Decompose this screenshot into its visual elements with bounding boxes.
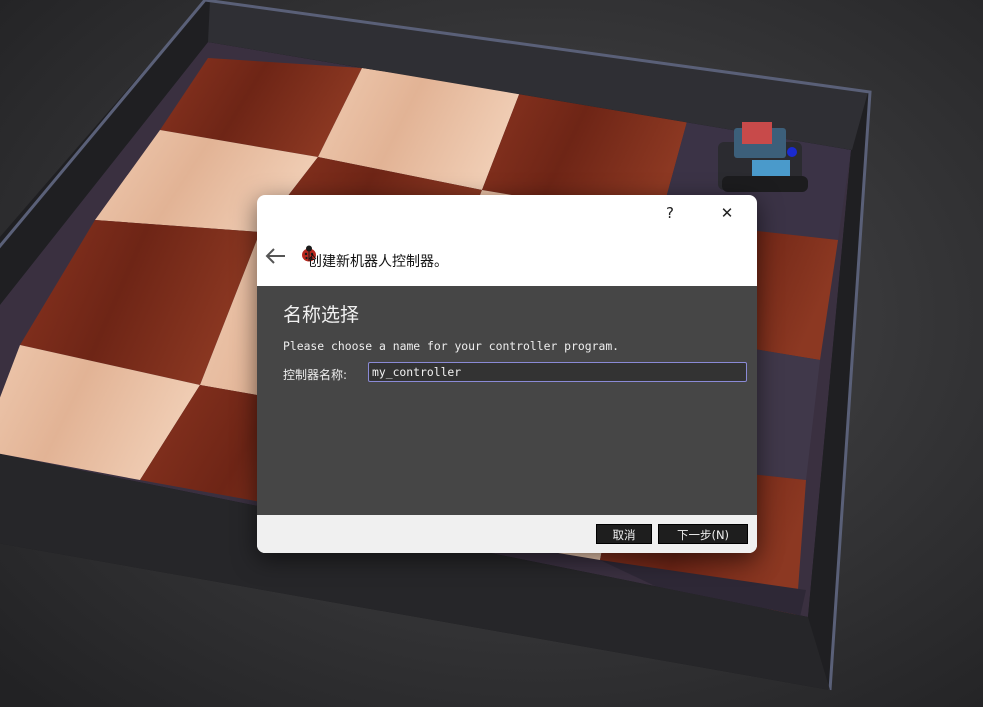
controller-name-input[interactable] bbox=[368, 362, 747, 382]
next-button[interactable]: 下一步(N) bbox=[658, 524, 748, 544]
dialog-titlebar: ? ✕ bbox=[257, 195, 757, 231]
wizard-title: 创建新机器人控制器。 bbox=[308, 254, 448, 270]
arrow-left-icon[interactable] bbox=[263, 243, 289, 269]
page-description: Please choose a name for your controller… bbox=[283, 339, 620, 353]
close-icon[interactable]: ✕ bbox=[709, 197, 745, 229]
wizard-page: 名称选择 Please choose a name for your contr… bbox=[257, 286, 757, 515]
controller-name-label: 控制器名称: bbox=[283, 368, 348, 382]
wizard-header: 创建新机器人控制器。 bbox=[257, 235, 757, 285]
help-button[interactable]: ? bbox=[653, 197, 687, 229]
dialog-footer: 取消 下一步(N) bbox=[257, 515, 757, 553]
page-title: 名称选择 bbox=[283, 304, 360, 326]
new-controller-wizard-dialog: ? ✕ 创建新机器人控制器。 名称选择 Please choose a name… bbox=[257, 195, 757, 553]
cancel-button[interactable]: 取消 bbox=[596, 524, 652, 544]
